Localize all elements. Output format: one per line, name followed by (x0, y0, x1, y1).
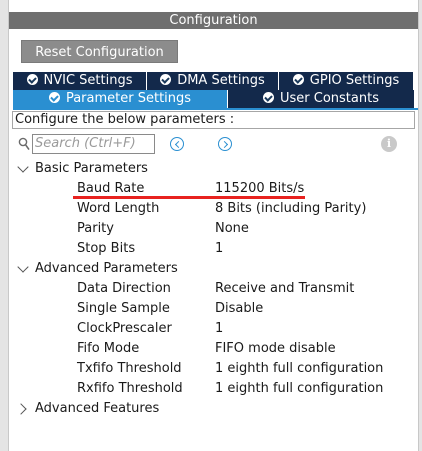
param-name: Fifo Mode (77, 341, 140, 356)
instructions-text: Configure the below parameters : (12, 111, 415, 129)
tab-label: GPIO Settings (309, 73, 400, 88)
param-name: Single Sample (77, 301, 170, 316)
tab-nvic-settings[interactable]: NVIC Settings (13, 72, 146, 90)
tab-label: Parameter Settings (65, 91, 192, 106)
param-name: Parity (77, 221, 114, 236)
chevron-down-icon (17, 161, 29, 173)
tab-user-constants[interactable]: User Constants (228, 90, 414, 108)
param-value: None (215, 221, 249, 236)
chevron-down-icon (17, 261, 29, 273)
param-name: ClockPrescaler (77, 321, 172, 336)
param-value: 1 eighth full configuration (215, 381, 384, 396)
reset-configuration-button[interactable]: Reset Configuration (21, 40, 178, 63)
param-value: FIFO mode disable (215, 341, 336, 356)
param-value: 1 (215, 321, 224, 336)
tab-label: NVIC Settings (43, 73, 133, 88)
tab-dma-settings[interactable]: DMA Settings (147, 72, 278, 90)
tab-label: DMA Settings (177, 73, 265, 88)
param-name: Word Length (77, 201, 160, 216)
window-left-border (0, 0, 9, 451)
group-label: Basic Parameters (35, 161, 148, 176)
param-name: Rxfifo Threshold (77, 381, 183, 396)
check-circle-icon (263, 92, 274, 103)
window-right-border (418, 0, 422, 451)
next-match-icon[interactable] (218, 137, 232, 151)
info-icon[interactable]: i (381, 136, 397, 152)
tab-parameter-settings[interactable]: Parameter Settings (13, 90, 227, 108)
group-label: Advanced Features (35, 401, 160, 416)
check-circle-icon (160, 74, 172, 85)
check-circle-icon (292, 74, 304, 85)
param-name: Stop Bits (77, 241, 136, 256)
param-name: Txfifo Threshold (77, 361, 182, 376)
tab-label: User Constants (280, 91, 379, 106)
search-icon[interactable] (18, 137, 30, 151)
tab-underline (13, 108, 418, 110)
param-value: Disable (215, 301, 264, 316)
param-name: Data Direction (77, 281, 171, 296)
chevron-right-icon (15, 403, 27, 415)
param-value: 1 eighth full configuration (215, 361, 384, 376)
check-circle-icon (26, 74, 38, 85)
check-circle-icon (48, 92, 60, 103)
param-value: 8 Bits (including Parity) (215, 201, 367, 216)
search-input[interactable]: Search (Ctrl+F) (32, 134, 155, 154)
tab-gpio-settings[interactable]: GPIO Settings (279, 72, 413, 90)
param-value: 1 (215, 241, 224, 256)
group-label: Advanced Parameters (35, 261, 178, 276)
previous-match-icon[interactable] (170, 137, 184, 151)
panel-title: Configuration (9, 12, 418, 29)
param-value: Receive and Transmit (215, 281, 355, 296)
